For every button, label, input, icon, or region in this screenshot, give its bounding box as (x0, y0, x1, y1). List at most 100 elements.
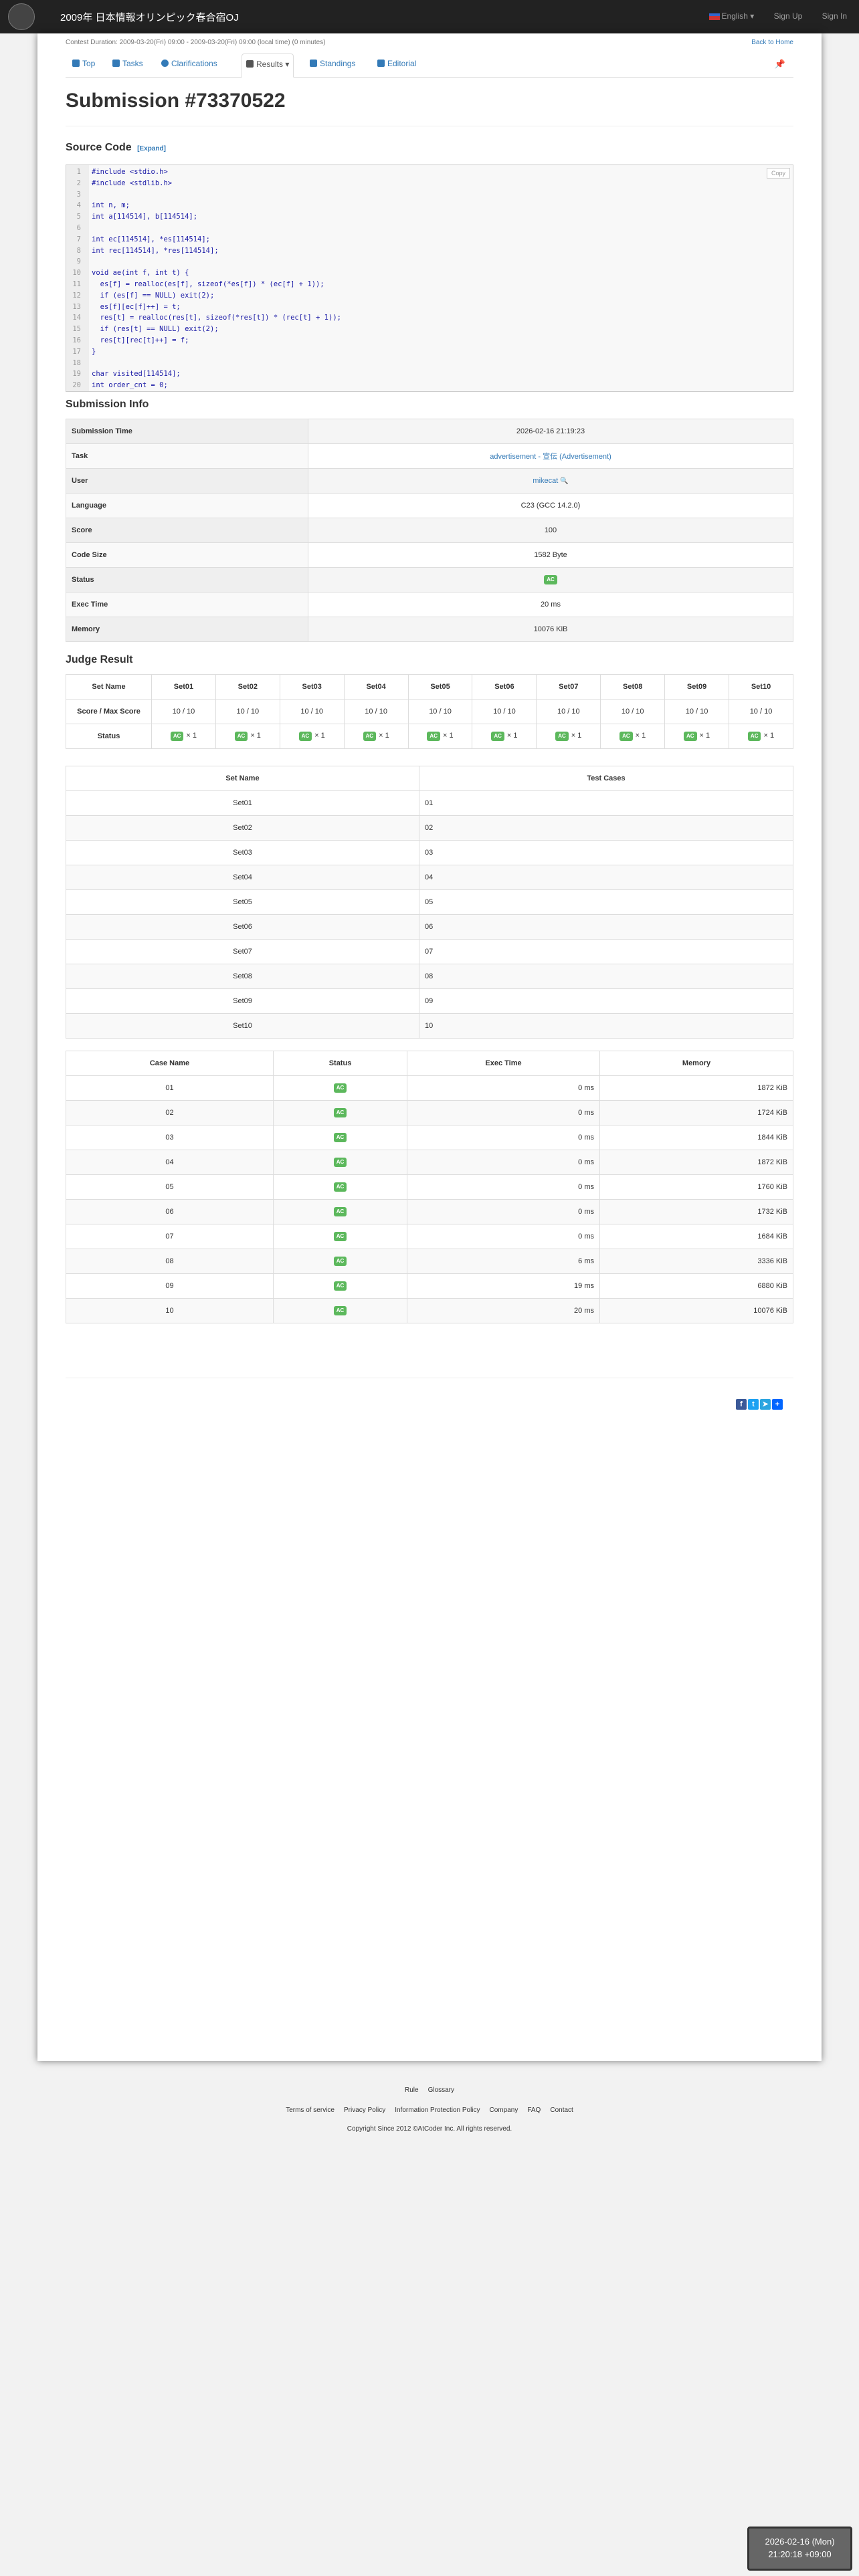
case-status-cell: AC (273, 1174, 407, 1200)
pin-icon[interactable]: 📌 (775, 59, 785, 70)
contest-name[interactable]: 2009年 日本情報オリンピック春合宿OJ (60, 10, 239, 24)
list-icon (246, 60, 254, 68)
set-header: Set06 (472, 674, 537, 700)
status-badge: AC (555, 732, 569, 741)
tab-results[interactable]: Results ▾ (242, 53, 294, 78)
copyright: Copyright Since 2012 ©AtCoder Inc. All r… (347, 2125, 512, 2133)
code-text: #include <stdio.h> (92, 168, 168, 176)
set-status: AC × 1 (215, 724, 280, 749)
case-name-cell: 01 (66, 1075, 274, 1101)
task-link[interactable]: advertisement - 宣伝 (Advertisement) (490, 453, 611, 461)
info-label: Exec Time (66, 592, 308, 617)
line-number: 12 (72, 291, 81, 300)
test-cases-cell: 06 (419, 914, 793, 940)
tab-top[interactable]: Top (72, 53, 95, 78)
search-icon[interactable]: 🔍 (558, 477, 568, 485)
footer-link-contact[interactable]: Contact (550, 2107, 573, 2114)
back-to-home-link[interactable]: Back to Home (751, 39, 793, 46)
info-value: 2026-02-16 21:19:23 (308, 419, 793, 444)
exec-time-cell: 20 ms (407, 1298, 600, 1323)
atcoder-logo[interactable] (8, 3, 35, 30)
case-name-cell: 06 (66, 1199, 274, 1224)
set-score: 10 / 10 (151, 699, 216, 724)
footer-link-rule[interactable]: Rule (405, 2086, 419, 2094)
table-row: 04 AC 0 ms 1872 KiB (66, 1150, 793, 1175)
info-value-text: 1582 Byte (534, 551, 567, 559)
status-badge: AC (333, 1232, 347, 1241)
footer-link-faq[interactable]: FAQ (527, 2107, 541, 2114)
case-status-cell: AC (273, 1224, 407, 1249)
code-text: void ae(int f, int t) { (92, 269, 189, 278)
case-status-cell: AC (273, 1075, 407, 1101)
navbar-right: English ▾ Sign Up Sign In (692, 11, 847, 21)
info-label: User (66, 468, 308, 494)
tab-standings[interactable]: Standings (310, 53, 355, 78)
line-number: 20 (72, 381, 81, 390)
status-badge: AC (170, 732, 184, 741)
twitter-icon[interactable]: t (748, 1399, 759, 1410)
code-text: res[t] = realloc(res[t], sizeof(*res[t])… (92, 314, 341, 322)
case-status-cell: AC (273, 1298, 407, 1323)
telegram-icon[interactable]: ➤ (760, 1399, 771, 1410)
expand-link[interactable]: [Expand] (137, 145, 166, 152)
uk-flag-icon (708, 13, 720, 20)
memory-cell: 1724 KiB (599, 1100, 793, 1125)
exec-time-cell: 0 ms (407, 1125, 600, 1150)
set-score: 10 / 10 (536, 699, 601, 724)
footer-link-glossary[interactable]: Glossary (428, 2086, 454, 2094)
status-row-label: Status (66, 724, 152, 749)
facebook-icon[interactable]: f (736, 1399, 747, 1410)
code-text: if (es[f] == NULL) exit(2); (92, 291, 215, 300)
info-label: Score (66, 518, 308, 543)
footer-link-privacy[interactable]: Privacy Policy (344, 2107, 385, 2114)
set-score: 10 / 10 (729, 699, 793, 724)
test-cases-cell: 01 (419, 790, 793, 816)
main-container: Contest Duration: 2009-03-20(Fri) 09:00 … (37, 33, 822, 2061)
tab-tasks[interactable]: Tasks (112, 53, 143, 78)
table-row: 09 AC 19 ms 6880 KiB (66, 1273, 793, 1299)
set-score: 10 / 10 (215, 699, 280, 724)
code-text: es[f] = realloc(es[f], sizeof(*es[f]) * … (92, 280, 324, 288)
exec-time-cell: 0 ms (407, 1100, 600, 1125)
exec-time-cell: 0 ms (407, 1150, 600, 1175)
language-dropdown[interactable]: English ▾ (708, 11, 754, 21)
line-number: 18 (72, 358, 81, 367)
line-number: 3 (76, 190, 81, 199)
table-row: Set07 07 (66, 939, 793, 964)
set-header: Set04 (343, 674, 409, 700)
submission-info-table: Submission Time 2026-02-16 21:19:23 Task ad… (66, 419, 793, 642)
user-link[interactable]: mikecat (533, 477, 558, 485)
line-number: 4 (76, 201, 81, 210)
code-text: #include <stdlib.h> (92, 179, 173, 187)
code-text: int rec[114514], *res[114514]; (92, 246, 219, 255)
status-count: × 1 (442, 732, 454, 740)
info-row: Status AC (66, 567, 793, 593)
footer-link-info-protection[interactable]: Information Protection Policy (395, 2107, 480, 2114)
set-name-cell: Set07 (66, 939, 419, 964)
signin-link[interactable]: Sign In (822, 11, 847, 21)
line-number: 1 (76, 168, 81, 176)
info-value: advertisement - 宣伝 (Advertisement) (308, 443, 793, 469)
memory-cell: 1732 KiB (599, 1199, 793, 1224)
table-row: Set10 10 (66, 1013, 793, 1039)
info-row: Submission Time 2026-02-16 21:19:23 (66, 419, 793, 444)
tab-editorial[interactable]: Editorial (377, 53, 416, 78)
case-name-cell: 05 (66, 1174, 274, 1200)
set-score: 10 / 10 (600, 699, 666, 724)
share-plus-icon[interactable]: + (772, 1399, 783, 1410)
tab-clarifications[interactable]: Clarifications (161, 53, 217, 78)
source-code-block[interactable]: 1 #include <stdio.h> 2 #include <stdlib.h> 3… (66, 165, 793, 392)
case-name-cell: 07 (66, 1224, 274, 1249)
info-label: Task (66, 443, 308, 469)
footer-link-company[interactable]: Company (490, 2107, 518, 2114)
set-score: 10 / 10 (407, 699, 473, 724)
set-header: Set10 (729, 674, 793, 700)
tab-standings-label: Standings (320, 59, 356, 68)
case-name-cell: 04 (66, 1150, 274, 1175)
copy-button[interactable]: Copy (766, 168, 790, 179)
table-row: 10 AC 20 ms 10076 KiB (66, 1298, 793, 1323)
footer-link-terms[interactable]: Terms of service (286, 2107, 335, 2114)
tab-editorial-label: Editorial (387, 59, 417, 68)
signup-link[interactable]: Sign Up (774, 11, 803, 21)
test-cases-cell: 07 (419, 939, 793, 964)
